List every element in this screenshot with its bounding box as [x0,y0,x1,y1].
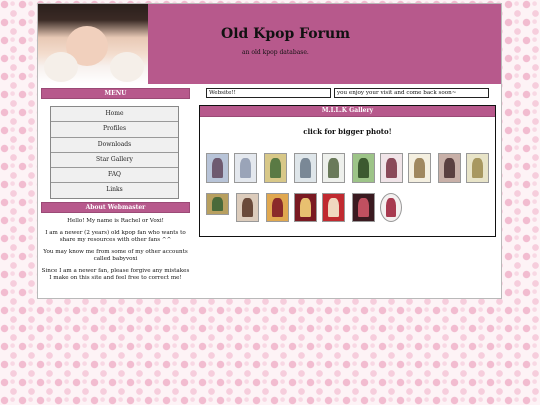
gallery-thumbnail[interactable] [380,153,403,183]
gallery-caption: click for bigger photo! [303,127,392,136]
photo-icon [444,158,455,178]
gallery-thumbnail[interactable] [266,193,289,222]
about-paragraph: I am a newer (2 years) old kpop fan who … [45,230,186,243]
gallery-thumbnail[interactable] [380,193,402,222]
gallery-thumbnail[interactable] [466,153,489,183]
menu-item-downloads[interactable]: Downloads [51,138,178,153]
gallery-thumbnail[interactable] [352,153,375,183]
gallery-thumbnail[interactable] [352,193,375,222]
photo-icon [240,158,251,178]
menu-item-star-gallery[interactable]: Star Gallery [51,153,178,169]
menu-item-links[interactable]: Links [51,183,178,197]
photo-icon [212,158,223,178]
gallery-panel: M.I.L.K Gallery click for bigger photo! [199,105,496,237]
gallery-thumbnail[interactable] [322,153,345,183]
photo-icon [270,158,281,178]
menu-list: Home Profiles Downloads Star Gallery FAQ… [50,106,179,199]
page-container: Old Kpop Forum an old kpop database. MEN… [37,3,502,299]
photo-icon [300,198,311,217]
photo-icon [472,158,483,178]
about-text: Hello! My name is Rachel or Voxi! I am a… [41,218,190,287]
gallery-thumbnail[interactable] [234,153,257,183]
menu-item-home[interactable]: Home [51,107,178,123]
gallery-thumbnail[interactable] [206,193,229,215]
photo-icon [328,198,339,217]
gallery-thumbnail[interactable] [322,193,345,222]
menu-item-faq[interactable]: FAQ [51,168,178,184]
gallery-thumbnail[interactable] [294,153,317,183]
photo-icon [386,158,397,178]
photo-icon [272,198,283,217]
menu-item-profiles[interactable]: Profiles [51,122,178,138]
about-paragraph: You may know me from some of my other ac… [43,249,188,262]
about-paragraph: Hello! My name is Rachel or Voxi! [67,218,164,224]
photo-icon [414,158,425,178]
gallery-thumbnail[interactable] [438,153,461,183]
gallery-heading: M.I.L.K Gallery [200,106,495,117]
header-photo [38,4,148,84]
photo-icon [328,158,339,178]
menu-heading: MENU [41,88,190,99]
gallery-thumbnail[interactable] [236,193,259,222]
photo-icon [300,158,311,178]
marquee-box: Website!! [206,88,331,98]
marquee-box: you enjoy your visit and come back soon~ [334,88,489,98]
photo-icon [358,198,369,217]
gallery-thumbnail[interactable] [264,153,287,183]
photo-icon [212,197,223,211]
site-title: Old Kpop Forum [221,26,351,42]
site-subtitle: an old kpop database. [242,49,309,56]
gallery-thumbnail[interactable] [206,153,229,183]
photo-icon [386,198,396,217]
about-paragraph: Since I am a newer fan, please forgive a… [41,268,190,281]
about-heading: About Webmaster [41,202,190,213]
gallery-thumbnail[interactable] [294,193,317,222]
gallery-thumbnail[interactable] [408,153,431,183]
photo-icon [358,158,369,178]
site-header: Old Kpop Forum an old kpop database. [38,4,501,84]
photo-icon [242,198,253,217]
